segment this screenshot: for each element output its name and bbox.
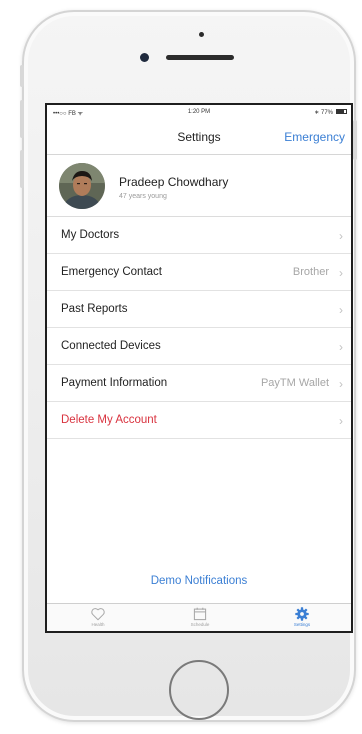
- menu-item-label: Emergency Contact: [61, 266, 162, 278]
- demo-notifications-link[interactable]: Demo Notifications: [47, 575, 351, 587]
- battery-icon: [336, 109, 347, 114]
- chevron-right-icon: ›: [339, 377, 343, 391]
- tab-bar: Health Schedule Settings: [47, 603, 351, 631]
- tab-label: Health: [91, 622, 105, 627]
- menu-item-connected-devices[interactable]: Connected Devices ›: [47, 328, 351, 365]
- power-button: [353, 120, 357, 160]
- menu-item-my-doctors[interactable]: My Doctors ›: [47, 217, 351, 254]
- tab-label: Schedule: [190, 622, 210, 627]
- phone-screen: •••○○ FB ᯤ 1:20 PM ∗ 77% Settings Emerge…: [45, 103, 353, 633]
- tab-health[interactable]: Health: [47, 604, 149, 631]
- tab-label: Settings: [293, 622, 311, 627]
- tab-schedule[interactable]: Schedule: [149, 604, 251, 631]
- volume-up-button: [20, 100, 24, 138]
- navigation-bar: Settings Emergency: [47, 119, 351, 155]
- menu-item-emergency-contact[interactable]: Emergency Contact Brother ›: [47, 254, 351, 291]
- emergency-button[interactable]: Emergency: [284, 130, 345, 144]
- avatar: [59, 163, 105, 209]
- menu-item-past-reports[interactable]: Past Reports ›: [47, 291, 351, 328]
- chevron-right-icon: ›: [339, 340, 343, 354]
- tab-settings[interactable]: Settings: [251, 604, 351, 631]
- battery-percent: ∗ 77%: [314, 110, 333, 116]
- menu-item-payment-information[interactable]: Payment Information PayTM Wallet ›: [47, 365, 351, 402]
- chevron-right-icon: ›: [339, 266, 343, 280]
- mute-switch: [20, 65, 24, 87]
- home-button[interactable]: [169, 660, 229, 720]
- menu-item-label: Payment Information: [61, 377, 168, 389]
- menu-item-label: My Doctors: [61, 229, 120, 241]
- gear-icon: [295, 607, 309, 621]
- menu-item-label: Past Reports: [61, 303, 128, 315]
- menu-item-label: Delete My Account: [61, 414, 157, 426]
- status-bar: •••○○ FB ᯤ 1:20 PM ∗ 77%: [47, 105, 351, 119]
- profile-subtitle: 47 years young: [119, 193, 167, 200]
- settings-list: My Doctors › Emergency Contact Brother ›…: [47, 217, 351, 439]
- menu-item-delete-account[interactable]: Delete My Account ›: [47, 402, 351, 439]
- chevron-right-icon: ›: [339, 303, 343, 317]
- menu-item-label: Connected Devices: [61, 340, 161, 352]
- front-camera: [140, 53, 149, 62]
- menu-item-value: PayTM Wallet: [260, 377, 329, 389]
- earpiece-speaker: [166, 55, 234, 60]
- chevron-right-icon: ›: [339, 414, 343, 428]
- profile-name: Pradeep Chowdhary: [119, 175, 229, 189]
- chevron-right-icon: ›: [339, 229, 343, 243]
- stage: •••○○ FB ᯤ 1:20 PM ∗ 77% Settings Emerge…: [0, 0, 362, 734]
- calendar-icon: [193, 607, 207, 621]
- heart-icon: [91, 608, 105, 621]
- proximity-sensor: [199, 32, 204, 37]
- status-time: 1:20 PM: [187, 109, 211, 115]
- profile-header[interactable]: Pradeep Chowdhary 47 years young: [47, 155, 351, 217]
- menu-item-value: Brother: [292, 266, 329, 278]
- volume-down-button: [20, 150, 24, 188]
